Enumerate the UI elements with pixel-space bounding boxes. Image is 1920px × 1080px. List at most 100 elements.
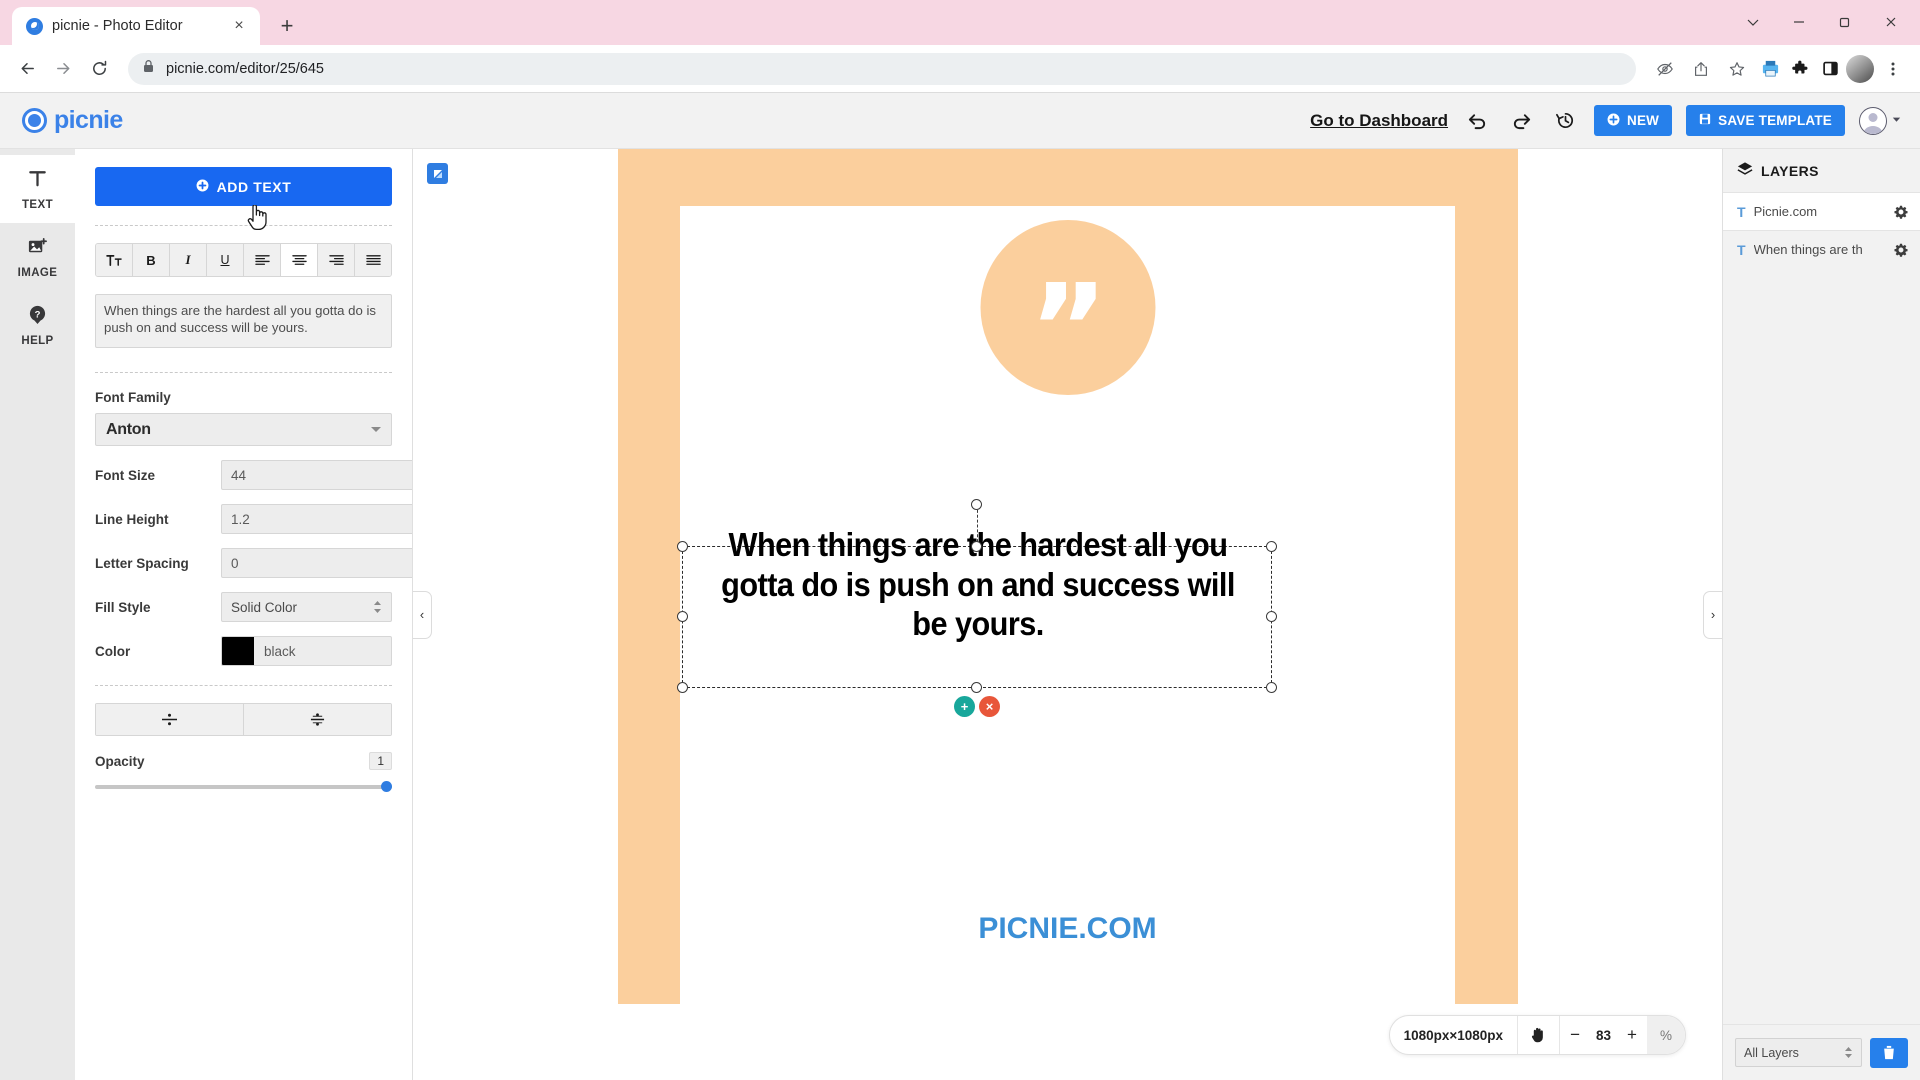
canvas-area[interactable]: ” When things are the hardest all you go…	[413, 149, 1722, 1080]
address-bar[interactable]: picnie.com/editor/25/645	[128, 52, 1636, 85]
color-label: Color	[95, 643, 131, 659]
share-icon[interactable]	[1684, 52, 1718, 86]
account-menu[interactable]	[1859, 106, 1902, 135]
align-right-button[interactable]	[318, 244, 355, 276]
text-icon	[27, 168, 48, 194]
sidebar-item-help[interactable]: ? HELP	[0, 291, 75, 359]
fill-style-select[interactable]: Solid Color	[221, 592, 392, 622]
opacity-slider[interactable]	[95, 780, 392, 794]
delete-layer-button[interactable]	[1870, 1037, 1908, 1068]
collapse-right-panel-button[interactable]: ›	[1703, 590, 1722, 639]
object-align-toolbar	[95, 703, 392, 736]
artboard[interactable]: ” When things are the hardest all you go…	[617, 149, 1518, 1004]
go-to-dashboard-link[interactable]: Go to Dashboard	[1310, 111, 1448, 131]
profile-avatar-icon[interactable]	[1846, 54, 1874, 83]
selected-text-object[interactable]: When things are the hardest all you gott…	[677, 499, 1277, 717]
sidebar-item-image[interactable]: IMAGE	[0, 223, 75, 291]
resize-handle-bottom-center[interactable]	[971, 682, 982, 693]
opacity-header: Opacity 1	[95, 752, 392, 770]
bookmark-star-icon[interactable]	[1720, 52, 1754, 86]
sidebar-item-text[interactable]: TEXT	[0, 155, 75, 223]
window-close-icon[interactable]	[1868, 5, 1914, 39]
add-text-button[interactable]: ADD TEXT	[95, 167, 392, 206]
text-content-textarea[interactable]	[95, 294, 392, 348]
reload-icon[interactable]	[82, 52, 116, 86]
object-action-buttons: + ×	[954, 696, 1000, 717]
sidebar-item-text-label: TEXT	[22, 198, 53, 211]
print-icon[interactable]	[1756, 55, 1784, 83]
sidepanel-icon[interactable]	[1816, 55, 1844, 83]
layers-stack-icon	[1737, 161, 1753, 180]
collapse-left-panel-button[interactable]: ‹	[413, 590, 432, 639]
zoom-out-button[interactable]: −	[1560, 1016, 1590, 1054]
text-transform-button[interactable]	[96, 244, 133, 276]
browser-tab[interactable]: picnie - Photo Editor ×	[12, 7, 260, 45]
resize-canvas-icon[interactable]	[427, 163, 448, 184]
save-template-button[interactable]: SAVE TEMPLATE	[1686, 105, 1845, 136]
rotate-handle[interactable]	[971, 499, 982, 510]
align-justify-button[interactable]	[355, 244, 391, 276]
delete-object-button[interactable]: ×	[979, 696, 1000, 717]
layer-item-picnie[interactable]: T Picnie.com	[1723, 192, 1920, 230]
forward-icon[interactable]	[46, 52, 80, 86]
align-vertical-center-button[interactable]	[96, 704, 244, 735]
add-text-label: ADD TEXT	[216, 178, 292, 195]
extensions-puzzle-icon[interactable]	[1786, 55, 1814, 83]
chevron-down-icon	[371, 427, 381, 432]
resize-handle-top-left[interactable]	[677, 541, 688, 552]
duplicate-object-button[interactable]: +	[954, 696, 975, 717]
color-picker[interactable]: black	[221, 636, 392, 666]
resize-handle-top-center[interactable]	[971, 541, 982, 552]
line-height-label: Line Height	[95, 511, 169, 527]
gear-icon[interactable]	[1882, 231, 1920, 268]
no-eye-icon[interactable]	[1648, 52, 1682, 86]
color-row: Color black	[95, 636, 392, 666]
color-swatch[interactable]	[222, 637, 254, 665]
resize-handle-bottom-right[interactable]	[1266, 682, 1277, 693]
resize-handle-bottom-left[interactable]	[677, 682, 688, 693]
line-height-input[interactable]	[221, 504, 412, 534]
hand-pan-icon[interactable]	[1518, 1016, 1561, 1054]
bold-button[interactable]: B	[133, 244, 170, 276]
avatar-icon	[1859, 106, 1887, 135]
font-size-input[interactable]	[221, 460, 412, 490]
align-left-button[interactable]	[244, 244, 281, 276]
resize-handle-middle-left[interactable]	[677, 611, 688, 622]
font-family-select[interactable]: Anton	[95, 413, 392, 446]
line-height-row: Line Height	[95, 504, 412, 534]
back-icon[interactable]	[10, 52, 44, 86]
version-history-icon[interactable]	[1550, 106, 1580, 136]
artboard-inner: ” When things are the hardest all you go…	[677, 206, 1455, 1004]
new-button[interactable]: NEW	[1594, 105, 1673, 136]
image-icon	[27, 236, 48, 262]
close-icon[interactable]: ×	[228, 15, 250, 37]
layer-filter-select[interactable]: All Layers	[1735, 1038, 1862, 1067]
opacity-value: 1	[369, 752, 392, 770]
zoom-in-button[interactable]: +	[1617, 1016, 1647, 1054]
divider	[95, 372, 392, 373]
maximize-icon[interactable]	[1822, 5, 1868, 39]
align-horizontal-center-button[interactable]	[244, 704, 391, 735]
letter-spacing-label: Letter Spacing	[95, 555, 189, 571]
picnie-logo[interactable]: picnie	[22, 106, 123, 135]
align-center-button[interactable]	[281, 244, 318, 276]
new-tab-button[interactable]: +	[270, 9, 304, 43]
slider-knob[interactable]	[381, 781, 392, 792]
resize-handle-top-right[interactable]	[1266, 541, 1277, 552]
brand-watermark-text[interactable]: PICNIE.COM	[978, 912, 1156, 946]
chrome-menu-icon[interactable]	[1876, 52, 1910, 86]
letter-spacing-input[interactable]	[221, 548, 412, 578]
tool-rail: TEXT IMAGE ? HELP	[0, 149, 75, 1080]
zoom-unit-label[interactable]: %	[1646, 1016, 1685, 1054]
chevron-down-icon[interactable]	[1730, 5, 1776, 39]
minimize-icon[interactable]	[1776, 5, 1822, 39]
chevron-down-icon	[1891, 112, 1902, 130]
layer-item-quote-text[interactable]: T When things are th	[1723, 230, 1920, 268]
gear-icon[interactable]	[1882, 193, 1920, 230]
redo-icon[interactable]	[1506, 106, 1536, 136]
stepper-icon	[373, 600, 382, 614]
resize-handle-middle-right[interactable]	[1266, 611, 1277, 622]
undo-icon[interactable]	[1462, 106, 1492, 136]
italic-button[interactable]: I	[170, 244, 207, 276]
underline-button[interactable]: U	[207, 244, 244, 276]
